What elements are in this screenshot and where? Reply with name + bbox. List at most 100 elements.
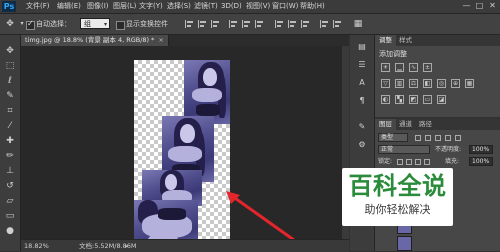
menu-view[interactable]: 视图(V)	[246, 0, 270, 13]
opacity-input[interactable]: 100%	[469, 145, 493, 154]
fill-input[interactable]: 100%	[469, 157, 493, 166]
history-brush-tool-icon[interactable]: ↺	[3, 180, 17, 193]
align-top-icon[interactable]	[185, 20, 195, 28]
distribute-left-icon[interactable]	[320, 20, 330, 28]
menu-layer[interactable]: 图层(L)	[113, 0, 136, 13]
distribute-center-icon[interactable]	[288, 20, 298, 28]
distribute-bottom-icon[interactable]	[301, 20, 311, 28]
curves-icon[interactable]: ∿	[409, 63, 418, 72]
close-icon[interactable]: ×	[158, 36, 163, 44]
menu-file[interactable]: 文件(F)	[26, 0, 50, 13]
lock-position-icon[interactable]	[415, 159, 421, 165]
menu-image[interactable]: 图像(I)	[87, 0, 109, 13]
fill-label: 填充:	[445, 158, 460, 165]
align-right-icon[interactable]	[255, 20, 265, 28]
lock-transparent-icon[interactable]	[397, 159, 403, 165]
watermark-subtitle: 助你轻松解决	[364, 203, 431, 216]
menu-help[interactable]: 帮助(H)	[300, 0, 325, 13]
quick-select-tool-icon[interactable]: ✎	[3, 90, 17, 103]
zoom-level[interactable]: 18.82%	[24, 240, 49, 252]
filter-smart-object-icon[interactable]	[455, 135, 461, 141]
align-left-icon[interactable]	[229, 20, 239, 28]
clone-stamp-tool-icon[interactable]: ⊥	[3, 165, 17, 178]
align-bottom-icon[interactable]	[211, 20, 221, 28]
menu-window[interactable]: 窗口(W)	[272, 0, 298, 13]
align-hcenter-icon[interactable]	[242, 20, 252, 28]
align-vcenter-icon[interactable]	[198, 20, 208, 28]
healing-brush-tool-icon[interactable]: ✚	[3, 135, 17, 148]
filter-adjustment-icon[interactable]	[425, 135, 431, 141]
move-tool-icon[interactable]: ✥	[3, 45, 17, 58]
selective-color-icon[interactable]: ◪	[437, 95, 446, 104]
vibrance-icon[interactable]: ▽	[381, 79, 390, 88]
blend-mode-value: 正常	[381, 146, 394, 153]
filter-shape-icon[interactable]	[445, 135, 451, 141]
layer-thumbnail[interactable]	[397, 236, 412, 251]
eyedropper-tool-icon[interactable]: ⁄	[3, 120, 17, 133]
show-transform-checkbox[interactable]	[116, 21, 125, 30]
auto-select-label: 自动选择：	[36, 20, 71, 28]
crop-tool-icon[interactable]: ⌗	[3, 105, 17, 118]
doc-info-arrow-icon[interactable]: ▸	[125, 240, 128, 252]
invert-icon[interactable]: ◐	[381, 95, 390, 104]
blur-tool-icon[interactable]: ●	[3, 225, 17, 238]
document-tab[interactable]: timg.jpg @ 18.8% (背景 副本 4, RGB/8) * ×	[21, 35, 169, 46]
blend-mode-dropdown[interactable]: 正常	[378, 145, 430, 154]
menu-select[interactable]: 选择(S)	[167, 0, 191, 13]
watermark-badge: 百科全说 助你轻松解决	[342, 168, 453, 226]
menu-edit[interactable]: 编辑(E)	[57, 0, 81, 13]
threshold-icon[interactable]: ◩	[409, 95, 418, 104]
posterize-icon[interactable]: ▚	[395, 95, 404, 104]
black-white-icon[interactable]: ◧	[423, 79, 432, 88]
color-lookup-icon[interactable]: ▦	[465, 79, 474, 88]
lock-pixels-icon[interactable]	[406, 159, 412, 165]
eraser-tool-icon[interactable]: ▱	[3, 195, 17, 208]
hue-saturation-icon[interactable]: ▥	[395, 79, 404, 88]
auto-select-dropdown[interactable]: 组 ▾	[80, 18, 110, 29]
maximize-button[interactable]: □	[475, 1, 484, 10]
close-window-button[interactable]: ✕	[488, 1, 497, 10]
tab-paths[interactable]: 路径	[415, 119, 436, 130]
lock-all-icon[interactable]	[424, 159, 430, 165]
fill-value: 100%	[472, 158, 490, 165]
exposure-icon[interactable]: ±	[423, 63, 432, 72]
move-tool-icon[interactable]: ✥	[4, 18, 16, 30]
tab-layers[interactable]: 图层	[375, 119, 396, 130]
adjustments-tab-row: 调整 样式	[375, 35, 500, 46]
levels-icon[interactable]: ▁	[395, 63, 404, 72]
gradient-tool-icon[interactable]: ▭	[3, 210, 17, 223]
menu-3d[interactable]: 3D(D)	[221, 0, 242, 13]
layer-filter-dropdown[interactable]: 类型	[378, 133, 408, 142]
brush-tool-icon[interactable]: ✏	[3, 150, 17, 163]
tab-styles[interactable]: 样式	[395, 35, 416, 46]
distribute-top-icon[interactable]	[275, 20, 285, 28]
gradient-map-icon[interactable]: ▭	[423, 95, 432, 104]
arrow-head	[226, 191, 240, 204]
layer-filter-value: 类型	[381, 134, 394, 141]
tab-adjustments[interactable]: 调整	[375, 35, 396, 46]
brush-panel-icon[interactable]: ✎	[356, 121, 368, 132]
color-balance-icon[interactable]: ⚖	[409, 79, 418, 88]
filter-type-icon[interactable]	[435, 135, 441, 141]
auto-select-checkbox[interactable]	[26, 19, 35, 30]
tab-channels[interactable]: 通道	[395, 119, 416, 130]
marquee-tool-icon[interactable]: ⬚	[3, 60, 17, 73]
minimize-button[interactable]: —	[462, 1, 471, 10]
history-panel-icon[interactable]: ▤	[356, 41, 368, 52]
character-panel-icon[interactable]: A	[356, 77, 368, 88]
auto-align-icon[interactable]: ▦	[352, 18, 364, 30]
photo-filter-icon[interactable]: ◎	[437, 79, 446, 88]
filter-pixel-icon[interactable]	[415, 135, 421, 141]
menu-filter[interactable]: 滤镜(T)	[194, 0, 218, 13]
properties-panel-icon[interactable]: ☰	[356, 59, 368, 70]
paragraph-panel-icon[interactable]: ¶	[356, 95, 368, 106]
options-bar: ✥ ▾ 自动选择： 组 ▾ 显示变换控件 ▦	[0, 14, 500, 35]
lasso-tool-icon[interactable]: ℓ	[3, 75, 17, 88]
document-canvas[interactable]	[134, 60, 230, 250]
distribute-right-icon[interactable]	[333, 20, 343, 28]
channel-mixer-icon[interactable]: ⊕	[451, 79, 460, 88]
opacity-label: 不透明度:	[435, 146, 462, 153]
menu-type[interactable]: 文字(Y)	[139, 0, 163, 13]
clone-source-panel-icon[interactable]: ⚙	[356, 139, 368, 150]
brightness-icon[interactable]: ☀	[381, 63, 390, 72]
